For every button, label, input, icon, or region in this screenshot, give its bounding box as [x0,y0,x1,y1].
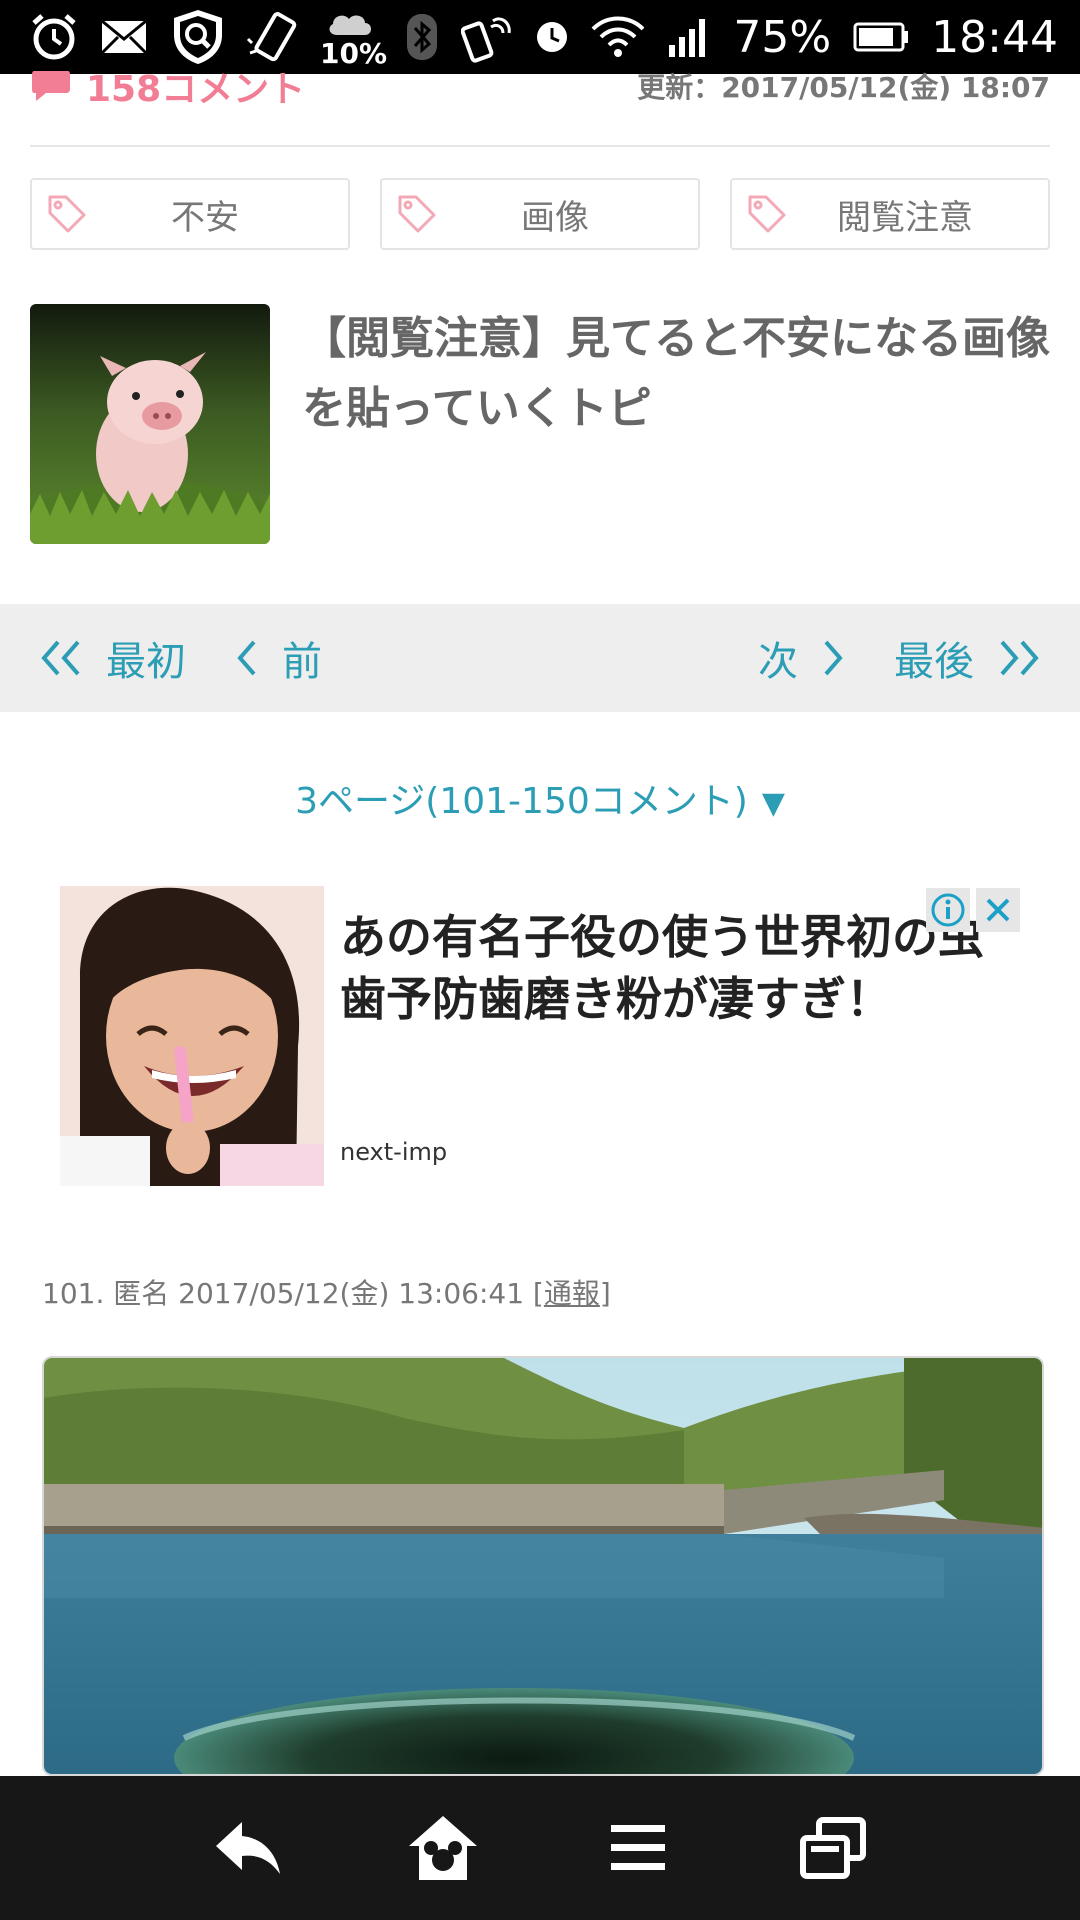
ad-source: next-imp [340,1138,448,1166]
pager-last-button[interactable]: 最後 [894,629,1042,687]
tabs-icon [799,1817,866,1879]
shield-search-icon [168,7,228,67]
tag-list: 不安 画像 閲覧注意 [30,178,1050,250]
comment-count-link[interactable]: 158コメント [30,60,305,112]
wifi-icon [591,15,645,59]
status-left-icons: 10% [0,7,387,70]
ad-content: あの有名子役の使う世界初の虫歯予防歯磨き粉が凄すぎ！ next-imp [324,886,1020,1186]
article-header: 【閲覧注意】見てると不安になる画像を貼っていくトピ [30,304,1050,544]
signal-icon [667,15,711,59]
tag-anxiety[interactable]: 不安 [30,178,350,250]
pager-first-button[interactable]: 最初 [38,629,186,687]
caret-down-icon: ▼ [761,786,785,821]
comment-image[interactable] [42,1356,1044,1776]
clock-time: 18:44 [931,11,1058,63]
tag-image[interactable]: 画像 [380,178,700,250]
battery-icon [853,20,909,54]
bluetooth-icon [405,12,439,62]
double-chevron-left-icon [41,640,80,676]
info-icon [931,893,965,927]
comment-header: 101. 匿名 2017/05/12(金) 13:06:41 [通報] [42,1272,611,1312]
cloud-icon: 10% [320,7,387,70]
ad-image[interactable] [60,886,324,1186]
bottom-navigation [0,1776,1080,1920]
chevron-right-icon [824,640,843,676]
ad-headline[interactable]: あの有名子役の使う世界初の虫歯予防歯磨き粉が凄すぎ！ [340,906,1000,1030]
updated-timestamp: 更新：2017/05/12(金) 18:07 [637,71,1050,104]
pager-last-label: 最後 [894,639,974,685]
pager-prev-label: 前 [282,639,322,685]
battery-percent: 75% [733,11,832,63]
home-button[interactable] [398,1803,488,1893]
comment-count: 158コメント [86,69,306,110]
article-title[interactable]: 【閲覧注意】見てると不安になる画像を貼っていくトピ [302,304,1050,544]
ad-controls [926,888,1020,932]
ad-info-button[interactable] [926,888,970,932]
comment-header-end: ] [599,1277,611,1310]
ad-close-button[interactable] [976,888,1020,932]
menu-button[interactable] [593,1803,683,1893]
article-thumbnail[interactable] [30,304,270,544]
tag-label: 閲覧注意 [837,197,973,238]
ad-banner[interactable]: あの有名子役の使う世界初の虫歯予防歯磨き粉が凄すぎ！ next-imp [60,886,1020,1186]
tag-label: 不安 [171,197,239,238]
chevron-left-icon [237,640,256,676]
app-root: 10% 75% 18:44 158コメント 更新：2017/05/12(金) 1… [0,0,1080,1920]
nfc-icon [461,11,513,63]
pager-next-button[interactable]: 次 [758,629,846,687]
page-selector-label: 3ページ(101-150コメント) [295,781,748,822]
mail-icon [98,11,150,63]
report-link[interactable]: 通報 [544,1277,600,1310]
close-icon [986,898,1010,922]
pager: 最初 前 次 最後 [0,604,1080,712]
tag-viewer-discretion[interactable]: 閲覧注意 [730,178,1050,250]
pager-next-label: 次 [758,639,798,685]
clock-icon [535,20,569,54]
phone-rotate-icon [246,9,302,65]
article-meta-row: 158コメント 更新：2017/05/12(金) 18:07 [0,60,1080,112]
pager-prev-button[interactable]: 前 [234,629,322,687]
pager-first-label: 最初 [106,639,186,685]
tabs-button[interactable] [788,1803,878,1893]
home-icon [408,1816,477,1880]
menu-icon [610,1825,665,1870]
status-right-icons: 75% 18:44 [405,11,1080,63]
alarm-icon [28,11,80,63]
speech-bubble-icon [32,71,70,101]
page-selector[interactable]: 3ページ(101-150コメント) ▼ [0,772,1080,828]
back-button[interactable] [203,1803,293,1893]
back-icon [215,1822,280,1874]
tag-label: 画像 [521,197,589,238]
double-chevron-right-icon [1000,640,1039,676]
comment-header-text: 101. 匿名 2017/05/12(金) 13:06:41 [ [42,1277,544,1310]
divider [30,145,1050,147]
